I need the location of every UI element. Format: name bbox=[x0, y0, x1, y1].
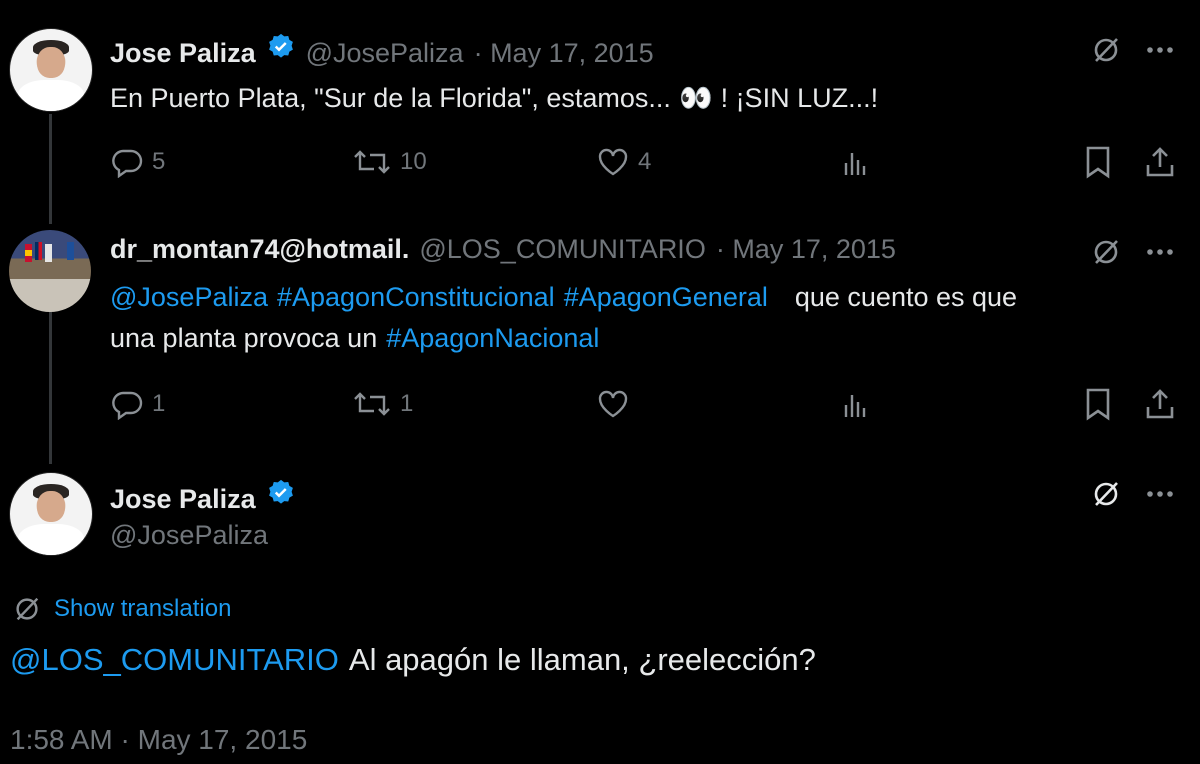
author-handle[interactable]: @JosePaliza bbox=[306, 38, 464, 69]
retweet-icon bbox=[354, 150, 390, 174]
tweet-text: una planta provoca un #ApagonNacional bbox=[110, 323, 599, 354]
tweet-text-part: En Puerto Plata, "Sur de la Florida", es… bbox=[110, 83, 671, 113]
hashtag-link[interactable]: #ApagonConstitucional bbox=[277, 282, 555, 313]
grok-icon[interactable] bbox=[1088, 476, 1124, 512]
thread-line bbox=[49, 306, 52, 464]
tweet-text: @JosePaliza #ApagonConstitucional #Apago… bbox=[110, 282, 1017, 313]
show-translation[interactable]: Show translation bbox=[12, 594, 231, 624]
author-name[interactable]: Jose Paliza bbox=[110, 484, 256, 515]
hashtag-link[interactable]: #ApagonNacional bbox=[386, 323, 599, 354]
author-handle[interactable]: @JosePaliza bbox=[110, 520, 268, 551]
more-icon[interactable] bbox=[1142, 36, 1178, 64]
grok-icon[interactable] bbox=[1088, 234, 1124, 270]
verified-badge-icon bbox=[268, 479, 293, 504]
like-button[interactable] bbox=[596, 388, 630, 420]
verified-badge-icon bbox=[268, 33, 293, 58]
tweet-text-part: Al apagón le llaman, ¿reelección? bbox=[348, 642, 816, 677]
share-icon[interactable] bbox=[1142, 386, 1178, 422]
tweet-date[interactable]: · May 17, 2015 bbox=[474, 38, 654, 69]
retweet-button[interactable]: 1 bbox=[352, 388, 413, 420]
tweet-header: dr_montan74@hotmail. @LOS_COMUNITARIO · … bbox=[110, 234, 896, 265]
reply-icon bbox=[112, 149, 143, 178]
timestamp[interactable]: 1:58 AM · May 17, 2015 bbox=[10, 724, 307, 756]
like-button[interactable]: 4 bbox=[596, 146, 651, 178]
like-count: 4 bbox=[638, 148, 652, 175]
like-icon bbox=[598, 148, 628, 176]
tweet-handle-row: @JosePaliza bbox=[110, 520, 268, 551]
more-icon[interactable] bbox=[1142, 238, 1178, 266]
more-icon[interactable] bbox=[1142, 480, 1178, 508]
tweet-text: En Puerto Plata, "Sur de la Florida", es… bbox=[110, 82, 878, 114]
like-icon bbox=[598, 390, 628, 418]
tweet-text-part: una planta provoca un bbox=[110, 323, 378, 353]
tweet-date[interactable]: · May 17, 2015 bbox=[716, 234, 896, 265]
tweet-text-part: ! ¡SIN LUZ...! bbox=[720, 83, 879, 113]
avatar[interactable] bbox=[9, 230, 91, 312]
author-handle[interactable]: @LOS_COMUNITARIO bbox=[419, 234, 705, 265]
main-tweet-text: @LOS_COMUNITARIO Al apagón le llaman, ¿r… bbox=[10, 642, 816, 678]
thread-line bbox=[49, 114, 52, 224]
reply-count: 5 bbox=[152, 148, 166, 175]
share-icon[interactable] bbox=[1142, 144, 1178, 180]
hashtag-link[interactable]: #ApagonGeneral bbox=[564, 282, 768, 313]
author-name[interactable]: Jose Paliza bbox=[110, 38, 256, 69]
views-icon[interactable] bbox=[838, 388, 872, 422]
reply-button[interactable]: 5 bbox=[110, 146, 165, 178]
tweet-timestamp: 1:58 AM · May 17, 2015 bbox=[10, 724, 307, 756]
eyes-emoji: 👀 bbox=[678, 83, 713, 113]
tweet-header: Jose Paliza bbox=[110, 478, 296, 515]
mention-link[interactable]: @JosePaliza bbox=[110, 282, 268, 313]
author-name[interactable]: dr_montan74@hotmail. bbox=[110, 234, 409, 265]
grok-icon[interactable] bbox=[1088, 32, 1124, 68]
retweet-button[interactable]: 10 bbox=[352, 146, 427, 178]
bookmark-icon[interactable] bbox=[1080, 144, 1116, 180]
retweet-count: 1 bbox=[400, 390, 414, 417]
reply-icon bbox=[112, 391, 143, 420]
avatar[interactable] bbox=[9, 28, 93, 112]
retweet-icon bbox=[354, 392, 390, 416]
mention-link[interactable]: @LOS_COMUNITARIO bbox=[10, 642, 339, 678]
views-icon[interactable] bbox=[838, 146, 872, 180]
retweet-count: 10 bbox=[400, 148, 427, 175]
show-translation-label[interactable]: Show translation bbox=[54, 595, 231, 623]
bookmark-icon[interactable] bbox=[1080, 386, 1116, 422]
reply-button[interactable]: 1 bbox=[110, 388, 165, 420]
tweet-text-part: que cuento es que bbox=[794, 282, 1018, 312]
reply-count: 1 bbox=[152, 390, 166, 417]
tweet-header: Jose Paliza @JosePaliza · May 17, 2015 bbox=[110, 32, 654, 69]
avatar[interactable] bbox=[9, 472, 93, 556]
translate-icon bbox=[16, 597, 39, 621]
